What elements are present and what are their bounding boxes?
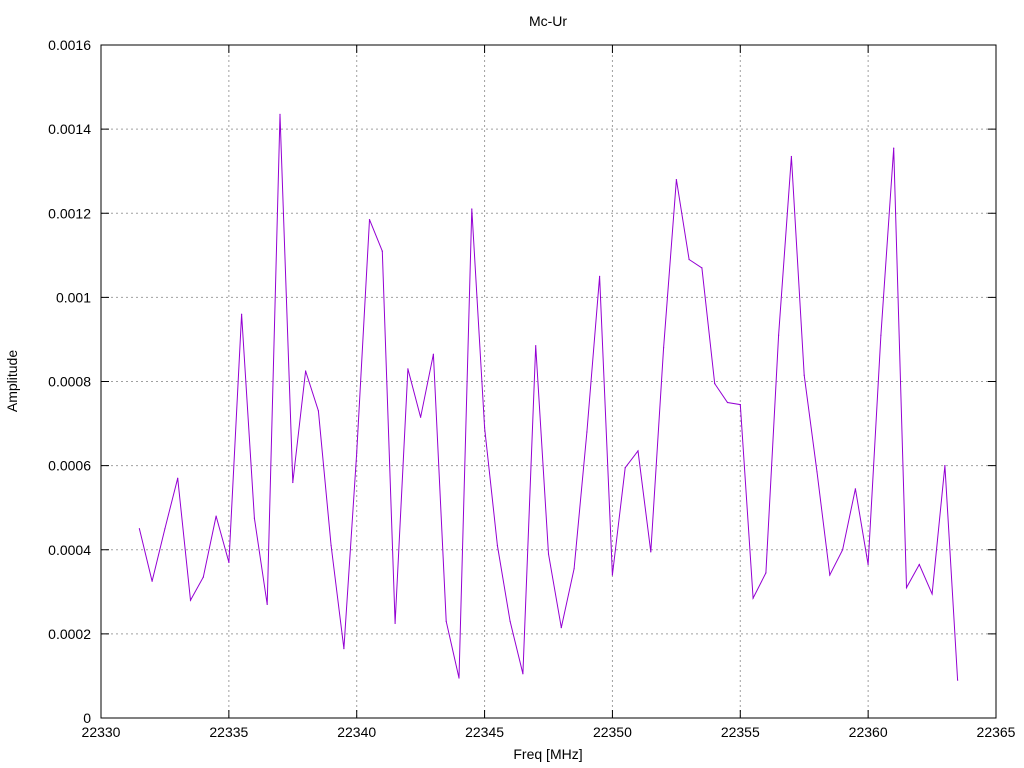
data-point — [854, 488, 857, 490]
data-point — [484, 427, 486, 429]
x-tick-label: 22355 — [721, 724, 760, 740]
x-tick-label: 22330 — [82, 724, 121, 740]
data-point — [957, 679, 959, 681]
y-tick-label: 0.0006 — [48, 458, 91, 474]
data-point — [931, 593, 933, 595]
data-point — [688, 258, 690, 261]
data-point — [189, 599, 192, 601]
y-tick-label: 0 — [83, 710, 91, 726]
data-point — [368, 219, 371, 221]
data-point — [420, 416, 422, 418]
data-point — [394, 622, 396, 625]
data-point — [177, 477, 179, 479]
data-point — [241, 313, 243, 315]
data-point — [726, 401, 729, 404]
y-tick-label: 0.0008 — [48, 374, 91, 390]
data-point — [471, 208, 473, 210]
data-point — [867, 563, 869, 566]
y-tick-label: 0.0002 — [48, 626, 91, 642]
data-point — [138, 528, 140, 530]
data-point — [778, 334, 780, 336]
data-point — [547, 553, 550, 555]
data-point — [317, 410, 319, 412]
data-point — [407, 368, 409, 370]
data-point — [714, 383, 716, 385]
y-tick-label: 0.0014 — [48, 121, 91, 137]
data-point — [151, 580, 153, 582]
data-point — [381, 250, 383, 252]
data-point — [445, 620, 447, 622]
data-point — [305, 370, 307, 372]
data-point — [918, 563, 920, 566]
y-axis-label: Amplitude — [4, 350, 20, 412]
y-tick-label: 0.0016 — [48, 37, 91, 53]
data-point — [228, 561, 230, 564]
x-tick-label: 22345 — [465, 724, 504, 740]
data-point — [829, 574, 831, 576]
data-point — [343, 648, 345, 650]
data-point — [573, 568, 575, 570]
data-point — [739, 404, 741, 406]
chart-title: Mc-Ur — [529, 13, 567, 29]
x-tick-label: 22360 — [849, 724, 888, 740]
data-point — [202, 576, 204, 578]
data-point — [803, 374, 805, 376]
data-point — [880, 334, 882, 336]
data-point — [535, 345, 537, 347]
data-point — [164, 528, 166, 530]
data-point — [509, 620, 511, 622]
data-point — [637, 450, 639, 452]
data-point — [599, 275, 601, 277]
data-point — [624, 467, 626, 469]
data-point — [611, 574, 614, 576]
data-point — [752, 597, 754, 599]
y-tick-label: 0.0004 — [48, 542, 91, 558]
data-point — [356, 452, 358, 454]
data-point — [790, 155, 793, 158]
data-point — [893, 147, 895, 149]
data-point — [266, 603, 268, 606]
y-tick-label: 0.0012 — [48, 205, 91, 221]
data-point — [496, 544, 498, 547]
data-point — [292, 481, 294, 484]
y-tick-label: 0.001 — [56, 289, 91, 305]
data-point — [944, 465, 946, 467]
data-point — [675, 179, 678, 181]
x-tick-label: 22335 — [209, 724, 248, 740]
data-point — [560, 627, 562, 629]
data-point — [842, 549, 844, 551]
x-tick-label: 22365 — [977, 724, 1016, 740]
data-point — [650, 551, 652, 553]
data-point — [215, 515, 217, 517]
data-point — [765, 572, 767, 574]
data-point — [522, 673, 524, 675]
data-point — [279, 113, 281, 115]
data-point — [458, 677, 460, 679]
x-tick-label: 22350 — [593, 724, 632, 740]
data-point — [663, 347, 665, 349]
data-point — [253, 517, 255, 519]
data-point — [816, 471, 818, 473]
data-point — [905, 587, 908, 589]
x-axis-label: Freq [MHz] — [513, 746, 582, 762]
data-point — [330, 544, 332, 547]
data-point — [432, 353, 434, 355]
data-point — [586, 431, 588, 433]
line-chart: 22330 22335 22340 22345 22350 22355 22360 22365… — [0, 0, 1024, 768]
chart-background — [0, 0, 1024, 768]
data-point — [701, 267, 703, 269]
x-tick-label: 22340 — [337, 724, 376, 740]
